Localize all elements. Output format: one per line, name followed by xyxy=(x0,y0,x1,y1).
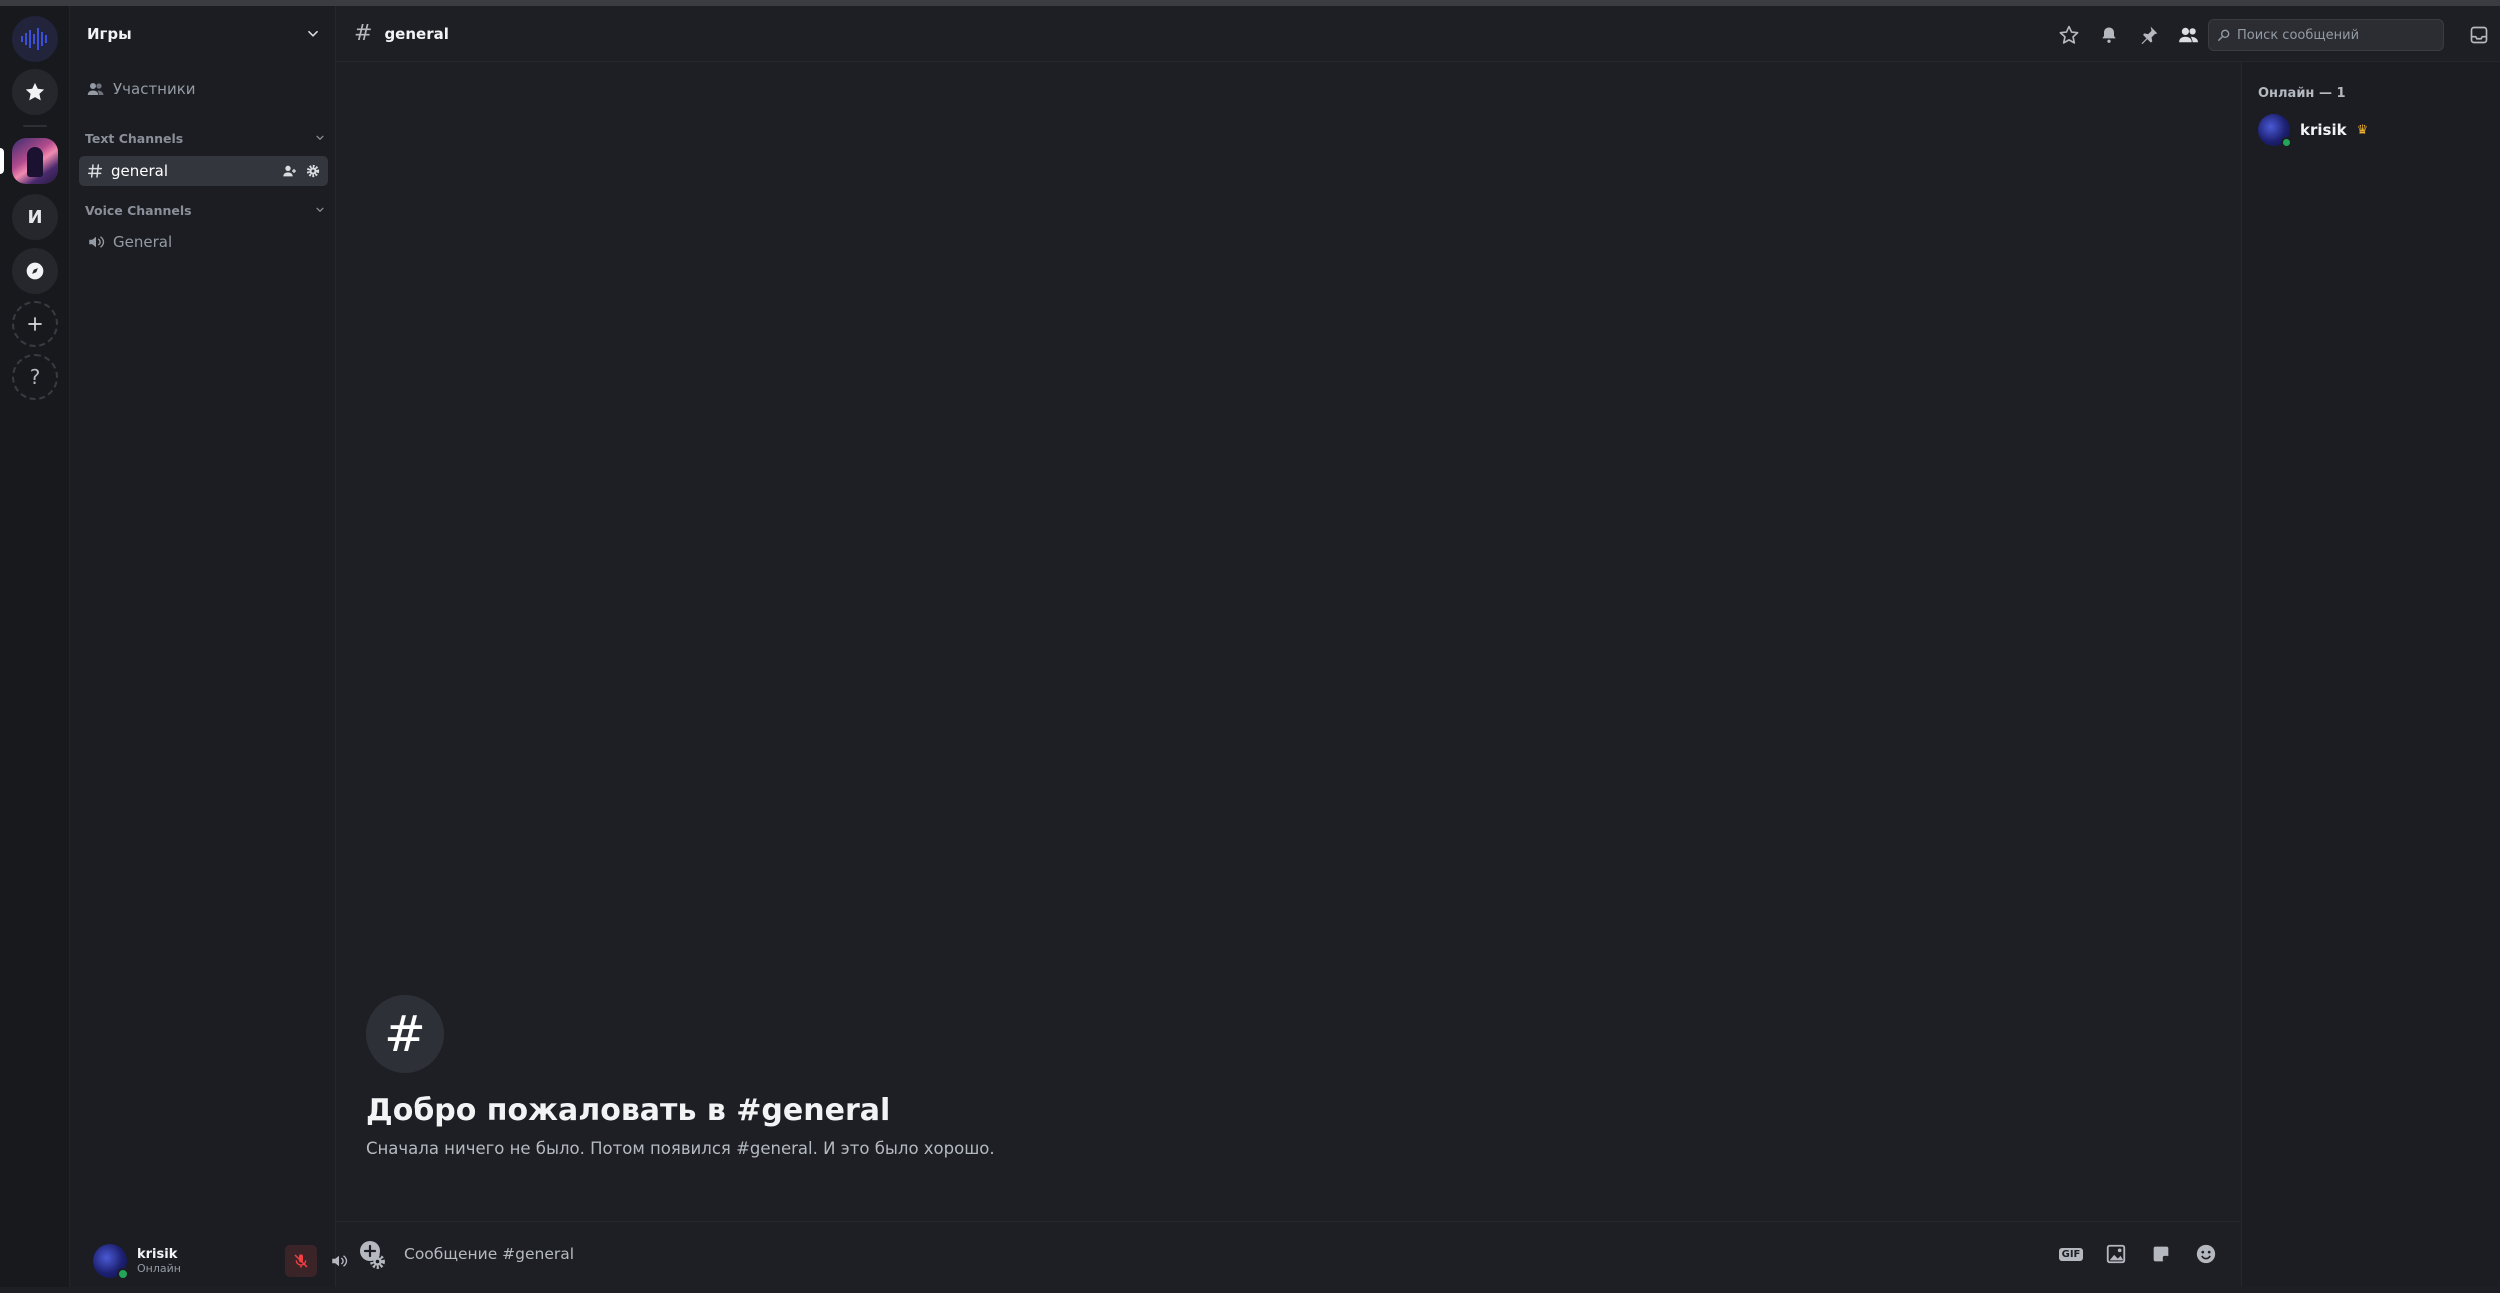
add-server-button[interactable] xyxy=(12,301,58,347)
compass-icon xyxy=(26,262,44,280)
home-button[interactable] xyxy=(12,16,58,62)
star-outline-icon xyxy=(2059,25,2079,44)
crown-icon: ♛ xyxy=(2356,122,2369,138)
member-list-heading: Онлайн — 1 xyxy=(2258,86,2346,101)
server-initial-label: И xyxy=(27,206,43,228)
user-status: Онлайн xyxy=(137,1262,181,1276)
composer-tools: GIF xyxy=(2056,1239,2221,1269)
chevron-down-icon xyxy=(316,135,324,141)
avatar[interactable] xyxy=(93,1244,129,1280)
members-link-label: Участники xyxy=(113,80,196,98)
attach-button[interactable] xyxy=(358,1239,382,1267)
member-list: Онлайн — 1 krisik ♛ xyxy=(2241,62,2500,1287)
image-icon xyxy=(2106,1244,2126,1264)
members-icon xyxy=(87,83,104,95)
channel-name: general xyxy=(111,162,169,180)
channel-header: # general xyxy=(336,6,2500,62)
category-label: Text Channels xyxy=(85,130,184,146)
server-header[interactable]: Игры xyxy=(71,6,336,62)
category-label: Voice Channels xyxy=(85,202,192,218)
notifications-button[interactable] xyxy=(2094,20,2124,50)
question-icon: ? xyxy=(29,365,41,389)
favorite-channel-button[interactable] xyxy=(2054,20,2084,50)
member-name: krisik xyxy=(2300,121,2347,139)
pinned-messages-button[interactable] xyxy=(2134,20,2164,50)
message-composer: GIF xyxy=(336,1221,2241,1287)
member-list-toggle[interactable] xyxy=(2174,20,2204,50)
category-text-channels[interactable]: Text Channels xyxy=(85,128,325,148)
inbox-icon xyxy=(2470,26,2488,44)
message-input[interactable] xyxy=(404,1238,1704,1270)
server-icon-games[interactable] xyxy=(12,138,58,184)
server-avatar-figure xyxy=(27,147,43,177)
online-status-dot xyxy=(2281,137,2292,148)
chevron-down-icon xyxy=(316,207,324,213)
welcome-subtitle: Сначала ничего не было. Потом появился #… xyxy=(366,1139,995,1158)
members-icon xyxy=(2179,27,2198,43)
members-link[interactable]: Участники xyxy=(79,74,328,104)
sticker-icon xyxy=(2153,1246,2169,1262)
star-icon xyxy=(25,82,45,101)
emoji-button[interactable] xyxy=(2191,1239,2221,1269)
header-toolbar xyxy=(2054,20,2204,50)
message-area: # Добро пожаловать в #general Сначала ни… xyxy=(336,63,2241,1221)
invite-icon[interactable] xyxy=(282,164,298,178)
category-voice-channels[interactable]: Voice Channels xyxy=(85,200,325,220)
welcome-title: Добро пожаловать в #general xyxy=(366,1093,891,1128)
plus-icon xyxy=(28,317,42,331)
hash-icon: # xyxy=(354,21,373,46)
mute-mic-button[interactable] xyxy=(285,1245,317,1277)
inbox-button[interactable] xyxy=(2464,20,2494,50)
channel-hash-icon: # xyxy=(366,995,444,1073)
bell-icon xyxy=(2102,27,2116,43)
channel-name: General xyxy=(113,233,173,251)
gif-icon: GIF xyxy=(2058,1247,2084,1261)
selected-server-indicator xyxy=(0,148,4,174)
image-button[interactable] xyxy=(2101,1239,2131,1269)
channel-actions xyxy=(282,164,320,178)
user-name: krisik xyxy=(137,1246,178,1262)
channel-sidebar: Игры Участники Text Channels general Voi… xyxy=(71,6,385,1287)
server-name: Игры xyxy=(87,25,132,43)
speaker-icon xyxy=(89,236,105,248)
channel-item-general[interactable]: general xyxy=(79,156,328,186)
hash-icon xyxy=(87,164,103,178)
search-input[interactable] xyxy=(2237,27,2427,43)
search-icon xyxy=(2218,29,2230,41)
online-status-dot xyxy=(117,1268,129,1280)
user-info[interactable]: krisik Онлайн xyxy=(137,1247,181,1276)
audio-wave-logo-icon xyxy=(21,28,47,50)
help-button[interactable]: ? xyxy=(12,354,58,400)
sticker-button[interactable] xyxy=(2146,1239,2176,1269)
mic-muted-icon xyxy=(294,1254,308,1268)
chevron-down-icon xyxy=(308,30,318,37)
server-rail: И ? xyxy=(0,6,70,1287)
avatar xyxy=(2258,114,2292,148)
gif-button[interactable]: GIF xyxy=(2056,1239,2086,1269)
favorites-button[interactable] xyxy=(12,69,58,115)
gear-icon[interactable] xyxy=(306,164,320,178)
explore-servers-button[interactable] xyxy=(12,248,58,294)
smile-icon xyxy=(2196,1244,2216,1264)
header-channel-name: general xyxy=(384,24,449,43)
plus-circle-icon xyxy=(360,1241,380,1261)
member-item[interactable]: krisik ♛ xyxy=(2258,114,2369,148)
search-box[interactable] xyxy=(2208,19,2444,51)
channel-item-voice-general[interactable]: General xyxy=(79,227,328,257)
pin-icon xyxy=(2141,26,2158,45)
server-icon-initial[interactable]: И xyxy=(12,194,58,240)
rail-separator xyxy=(23,125,47,127)
